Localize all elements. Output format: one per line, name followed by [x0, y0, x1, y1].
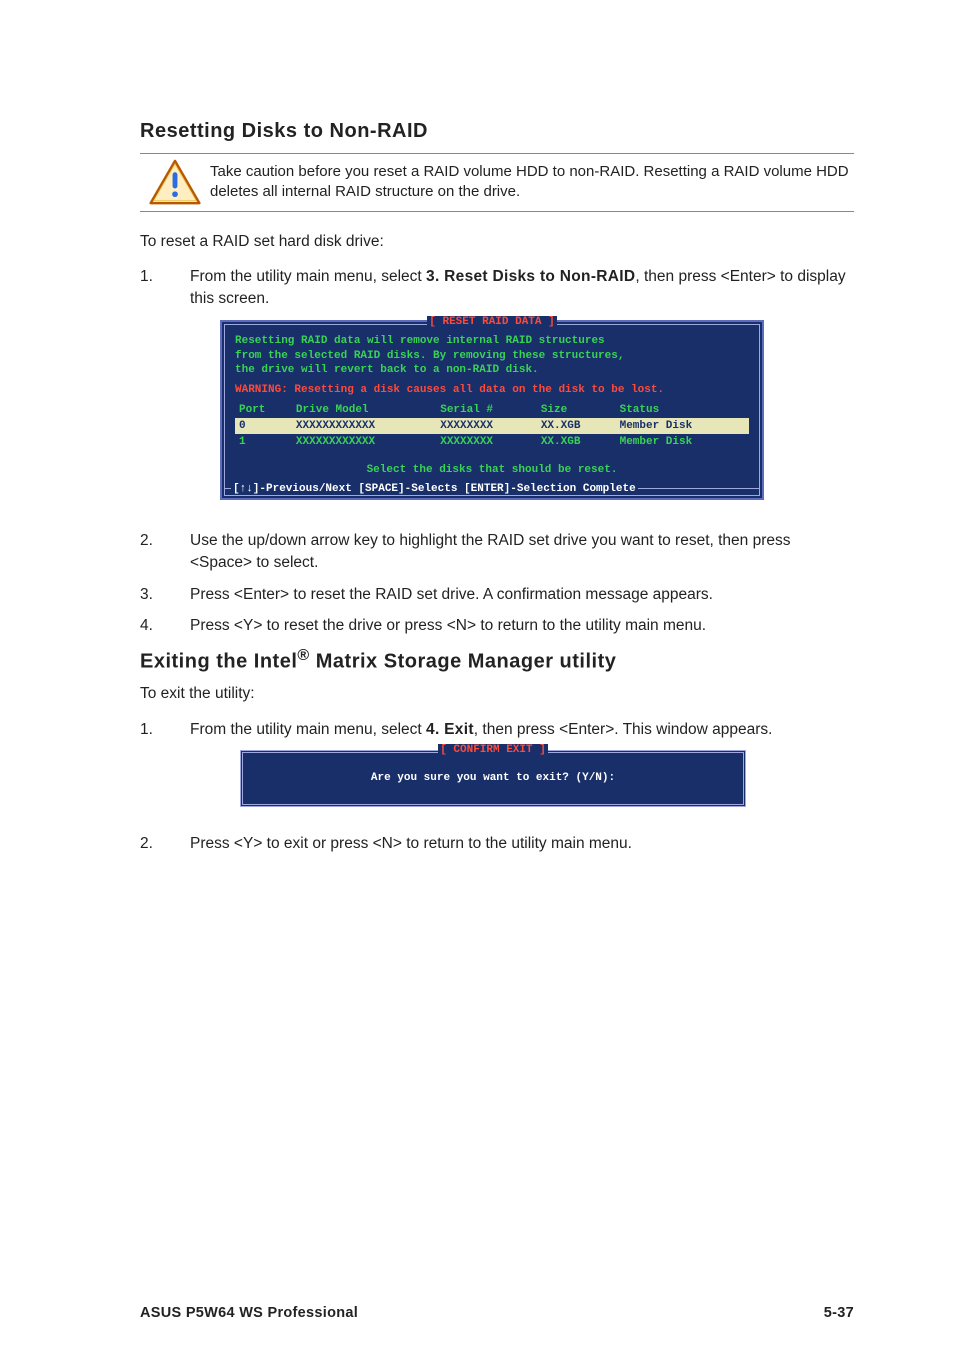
- step-text: Press <Y> to exit or press <N> to return…: [190, 833, 854, 855]
- heading-post: Matrix Storage Manager utility: [310, 651, 617, 673]
- step-text-pre: From the utility main menu, select: [190, 721, 426, 738]
- section2-steps: 1. From the utility main menu, select 4.…: [140, 719, 854, 741]
- footer-right: 5-37: [824, 1305, 854, 1321]
- step-1: 1. From the utility main menu, select 4.…: [140, 719, 854, 741]
- bios-msg-line2: from the selected RAID disks. By removin…: [235, 349, 749, 364]
- step-2: 2. Press <Y> to exit or press <N> to ret…: [140, 833, 854, 855]
- col-size: Size: [537, 402, 616, 418]
- section2-heading: Exiting the Intel® Matrix Storage Manage…: [140, 647, 854, 674]
- bios-warning: WARNING: Resetting a disk causes all dat…: [235, 384, 749, 396]
- section1-steps: 1. From the utility main menu, select 3.…: [140, 266, 854, 309]
- table-row[interactable]: 0 XXXXXXXXXXXX XXXXXXXX XX.XGB Member Di…: [235, 418, 749, 434]
- section1-heading: Resetting Disks to Non-RAID: [140, 120, 854, 143]
- bios-msg-line3: the drive will revert back to a non-RAID…: [235, 363, 749, 378]
- step-number: 3.: [140, 584, 190, 606]
- col-port: Port: [235, 402, 292, 418]
- step-number: 4.: [140, 615, 190, 637]
- bios-disk-table: Port Drive Model Serial # Size Status 0 …: [235, 402, 749, 450]
- section2-intro: To exit the utility:: [140, 684, 854, 705]
- warning-icon: [140, 158, 210, 206]
- confirm-title: [ CONFIRM EXIT ]: [243, 744, 743, 756]
- step-text: From the utility main menu, select 3. Re…: [190, 266, 854, 309]
- cell-size: XX.XGB: [537, 418, 616, 434]
- bios-title: [ RESET RAID DATA ]: [225, 316, 759, 328]
- caution-text: Take caution before you reset a RAID vol…: [210, 158, 854, 207]
- bios-select-hint: Select the disks that should be reset.: [235, 464, 749, 476]
- step-text: From the utility main menu, select 4. Ex…: [190, 719, 854, 741]
- cell-port: 0: [235, 418, 292, 434]
- step-1: 1. From the utility main menu, select 3.…: [140, 266, 854, 309]
- step-text-bold: 4. Exit: [426, 721, 474, 738]
- table-row[interactable]: 1 XXXXXXXXXXXX XXXXXXXX XX.XGB Member Di…: [235, 434, 749, 450]
- step-number: 1.: [140, 719, 190, 741]
- cell-port: 1: [235, 434, 292, 450]
- step-number: 2.: [140, 833, 190, 855]
- bios-table-header: Port Drive Model Serial # Size Status: [235, 402, 749, 418]
- cell-model: XXXXXXXXXXXX: [292, 418, 436, 434]
- page-footer: ASUS P5W64 WS Professional 5-37: [140, 1305, 854, 1321]
- section1-intro: To reset a RAID set hard disk drive:: [140, 232, 854, 253]
- cell-size: XX.XGB: [537, 434, 616, 450]
- step-text: Use the up/down arrow key to highlight t…: [190, 530, 854, 573]
- step-number: 2.: [140, 530, 190, 573]
- bios-footer: [↑↓]-Previous/Next [SPACE]-Selects [ENTE…: [231, 491, 753, 503]
- step-4: 4. Press <Y> to reset the drive or press…: [140, 615, 854, 637]
- col-status: Status: [616, 402, 749, 418]
- cell-status: Member Disk: [616, 434, 749, 450]
- col-model: Drive Model: [292, 402, 436, 418]
- step-2: 2. Use the up/down arrow key to highligh…: [140, 530, 854, 573]
- confirm-body: Are you sure you want to exit? (Y/N):: [243, 756, 743, 804]
- step-text: Press <Enter> to reset the RAID set driv…: [190, 584, 854, 606]
- step-text: Press <Y> to reset the drive or press <N…: [190, 615, 854, 637]
- section1-steps-cont: 2. Use the up/down arrow key to highligh…: [140, 530, 854, 637]
- caution-note: Take caution before you reset a RAID vol…: [140, 153, 854, 212]
- cell-serial: XXXXXXXX: [436, 418, 537, 434]
- step-3: 3. Press <Enter> to reset the RAID set d…: [140, 584, 854, 606]
- step-text-post: , then press <Enter>. This window appear…: [474, 721, 773, 738]
- bios-msg-line1: Resetting RAID data will remove internal…: [235, 334, 749, 349]
- bios-reset-panel: [ RESET RAID DATA ] Resetting RAID data …: [220, 320, 764, 501]
- cell-serial: XXXXXXXX: [436, 434, 537, 450]
- heading-reg: ®: [297, 647, 309, 664]
- heading-pre: Exiting the Intel: [140, 651, 297, 673]
- step-text-pre: From the utility main menu, select: [190, 268, 426, 285]
- col-serial: Serial #: [436, 402, 537, 418]
- cell-status: Member Disk: [616, 418, 749, 434]
- step-text-bold: 3. Reset Disks to Non-RAID: [426, 268, 635, 285]
- step-number: 1.: [140, 266, 190, 309]
- cell-model: XXXXXXXXXXXX: [292, 434, 436, 450]
- bios-confirm-exit-panel: [ CONFIRM EXIT ] Are you sure you want t…: [240, 750, 746, 807]
- footer-left: ASUS P5W64 WS Professional: [140, 1305, 358, 1321]
- section2-steps-cont: 2. Press <Y> to exit or press <N> to ret…: [140, 833, 854, 855]
